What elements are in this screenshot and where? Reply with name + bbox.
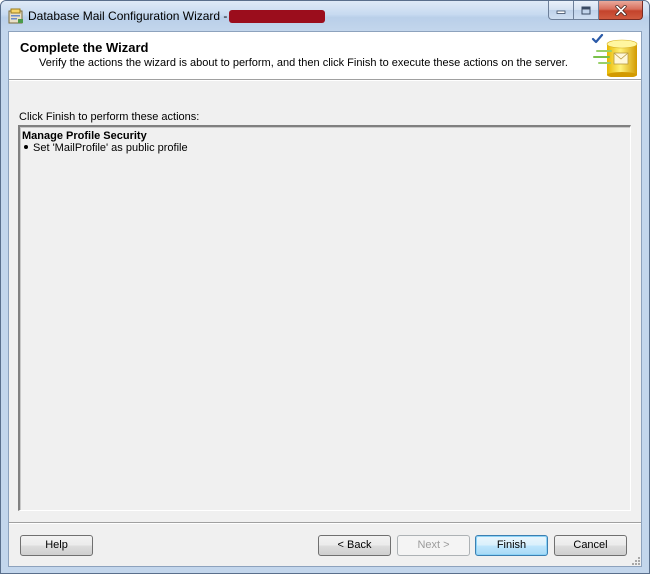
footer-separator xyxy=(9,522,641,523)
bullet-icon xyxy=(24,145,28,150)
title-bar[interactable]: Database Mail Configuration Wizard - xyxy=(1,1,649,31)
action-group-title: Manage Profile Security xyxy=(22,130,147,142)
minimize-button[interactable] xyxy=(548,1,574,20)
page-subtitle: Verify the actions the wizard is about t… xyxy=(39,57,568,69)
back-button[interactable]: < Back xyxy=(318,535,391,556)
page-title: Complete the Wizard xyxy=(20,40,149,55)
action-item-text: Set 'MailProfile' as public profile xyxy=(33,142,188,154)
minimize-icon xyxy=(556,10,566,14)
cancel-button[interactable]: Cancel xyxy=(554,535,627,556)
redacted-server-name xyxy=(229,9,326,23)
action-item: Set 'MailProfile' as public profile xyxy=(24,142,188,154)
next-button[interactable]: Next > xyxy=(397,535,470,556)
window-title: Database Mail Configuration Wizard - xyxy=(28,9,326,23)
help-button[interactable]: Help xyxy=(20,535,93,556)
finish-button[interactable]: Finish xyxy=(475,535,548,556)
window-title-text: Database Mail Configuration Wizard - xyxy=(28,9,228,23)
wizard-window: Database Mail Configuration Wizard - Com… xyxy=(0,0,650,574)
header-etch xyxy=(9,80,641,81)
close-button[interactable] xyxy=(599,1,643,20)
resize-grip-icon[interactable] xyxy=(630,555,640,565)
database-mail-icon xyxy=(591,34,638,77)
maximize-icon xyxy=(581,6,591,14)
actions-list[interactable]: Manage Profile Security Set 'MailProfile… xyxy=(18,125,631,511)
caption-buttons xyxy=(548,1,643,20)
wizard-client-area: Complete the Wizard Verify the actions t… xyxy=(8,31,642,567)
wizard-header: Complete the Wizard Verify the actions t… xyxy=(9,32,641,80)
maximize-button[interactable] xyxy=(574,1,599,20)
close-icon xyxy=(614,4,627,16)
actions-label: Click Finish to perform these actions: xyxy=(19,111,200,123)
app-icon[interactable] xyxy=(8,8,24,24)
